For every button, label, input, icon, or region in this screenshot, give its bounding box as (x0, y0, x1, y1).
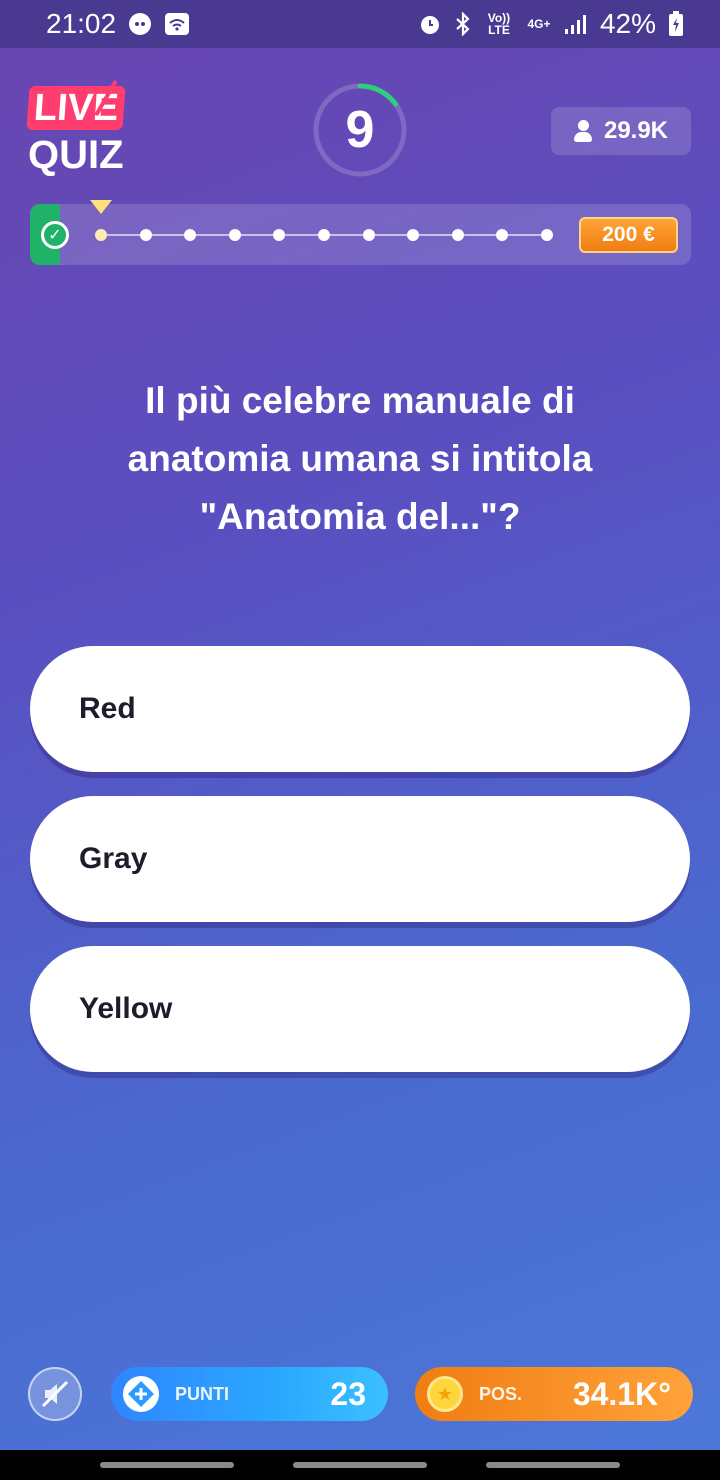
position-pill: ★ POS. 34.1K° (415, 1367, 693, 1421)
countdown-timer: 9 (312, 82, 408, 178)
question-progress-bar: ✓ 200 € (30, 200, 691, 265)
progress-step-dot (496, 229, 509, 241)
logo-quiz-text: QUIZ (28, 133, 124, 177)
progress-step-dot (184, 229, 197, 241)
user-icon (573, 120, 592, 142)
progress-step-dot (228, 229, 241, 241)
answer-option-3[interactable]: Yellow (30, 946, 690, 1072)
answer-label: Yellow (79, 992, 173, 1025)
progress-step-dot (95, 229, 107, 241)
speaker-muted-icon (41, 1380, 69, 1408)
system-nav-bar (0, 1450, 720, 1480)
progress-step-dot (318, 229, 330, 241)
players-count: 29.9K (603, 117, 669, 144)
nav-home-button[interactable] (292, 1462, 427, 1468)
clock: 21:02 (46, 8, 117, 39)
position-label: POS. (479, 1383, 523, 1404)
wifi-icon (164, 12, 190, 36)
bluetooth-icon (454, 12, 472, 36)
points-value: 23 (330, 1375, 366, 1412)
network-type-indicator: 4G+ (527, 17, 551, 31)
diamond-plus-icon (123, 1376, 159, 1412)
nav-back-button[interactable] (486, 1462, 621, 1468)
progress-step-dot (451, 229, 464, 241)
players-count-badge: 29.9K (551, 107, 691, 155)
answer-option-2[interactable]: Gray (30, 796, 690, 922)
signal-icon (564, 13, 588, 35)
points-label: PUNTI (175, 1383, 229, 1404)
volte-indicator: Vo)) LTE (487, 11, 511, 37)
timer-value: 9 (345, 101, 375, 159)
progress-step-dot (407, 229, 420, 241)
answer-label: Gray (79, 842, 148, 875)
progress-step-dot (362, 229, 375, 241)
progress-step-dot (541, 229, 553, 241)
question-text: Il più celebre manuale di anatomia umana… (127, 380, 593, 537)
medal-star-icon: ★ (427, 1376, 463, 1412)
progress-step-dot (139, 229, 152, 241)
live-quiz-logo: LIVE QUIZ (26, 79, 127, 178)
nav-recent-button[interactable] (99, 1462, 234, 1468)
answer-option-1[interactable]: Red (30, 646, 690, 772)
game-controller-icon (128, 12, 152, 36)
progress-step-dot (273, 229, 286, 241)
status-bar: 21:02 Vo)) LTE 4G+ 42% (0, 0, 720, 48)
battery-percent: 42% (599, 8, 656, 39)
current-step-marker (90, 200, 112, 214)
position-value: 34.1K° (572, 1375, 671, 1412)
mute-button[interactable] (28, 1367, 82, 1421)
alarm-icon (418, 12, 442, 36)
points-pill: PUNTI 23 (111, 1367, 388, 1421)
battery-charging-icon (668, 11, 684, 37)
check-icon: ✓ (41, 221, 69, 249)
answer-label: Red (79, 692, 136, 725)
prize-badge: 200 € (579, 217, 678, 253)
